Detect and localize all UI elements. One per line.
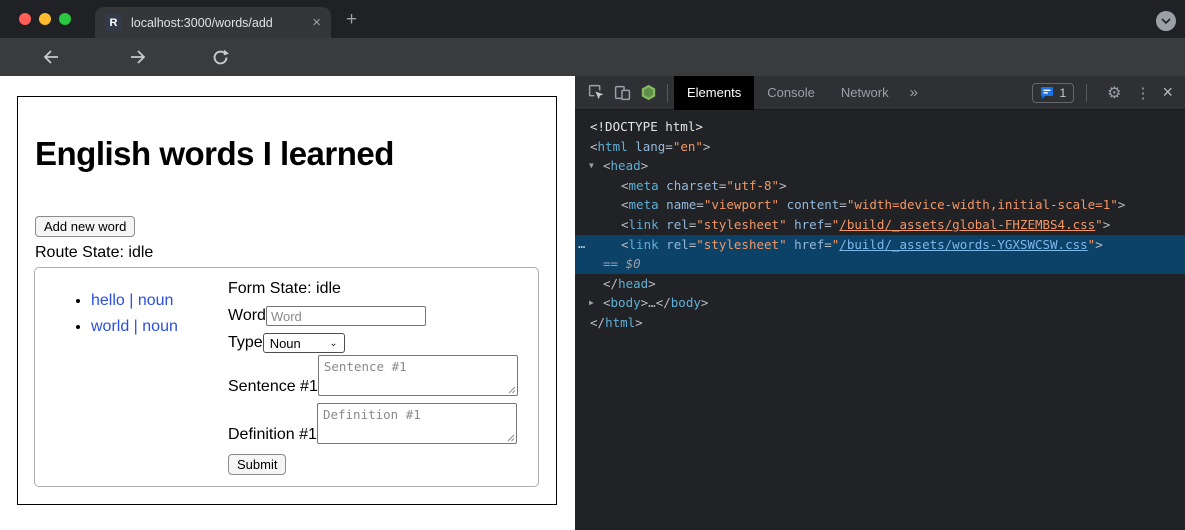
add-new-word-button[interactable]: Add new word xyxy=(35,216,135,237)
settings-gear-icon[interactable]: ⚙ xyxy=(1107,83,1121,103)
type-select-value: Noun xyxy=(270,336,301,351)
inspect-element-button[interactable] xyxy=(583,80,609,106)
chevron-down-icon: ⌄ xyxy=(329,338,337,349)
reload-icon xyxy=(212,49,229,66)
code-line[interactable]: <!DOCTYPE html> xyxy=(575,117,1185,137)
more-tabs-button[interactable]: » xyxy=(902,76,926,110)
code-line[interactable]: </html> xyxy=(575,313,1185,333)
forward-button[interactable] xyxy=(129,49,147,65)
toolbar-divider xyxy=(667,84,668,102)
words-column: hello | noun world | noun xyxy=(35,268,228,486)
word-label: Word xyxy=(228,307,266,325)
code-line[interactable]: ▶<body>…</body> xyxy=(575,293,1185,313)
sentence-label: Sentence #1 xyxy=(228,378,318,396)
device-toolbar-button[interactable] xyxy=(609,80,635,106)
code-line[interactable]: </head> xyxy=(575,274,1185,294)
fullscreen-window-button[interactable] xyxy=(59,13,71,25)
browser-toolbar: localhost:3000/words/add ☆ Incognito ⋮ xyxy=(0,38,1185,76)
inspect-cursor-icon xyxy=(588,84,605,101)
code-line[interactable]: …<link rel="stylesheet" href="/build/_as… xyxy=(575,235,1185,255)
devtools-panel: ElementsConsoleNetwork » 1 ⚙ ⋮ × <!DOCTY… xyxy=(575,76,1185,530)
tab-strip: R localhost:3000/words/add × + xyxy=(0,0,1185,38)
issues-badge[interactable]: 1 xyxy=(1032,83,1074,103)
words-list: hello | noun world | noun xyxy=(35,292,228,336)
code-line[interactable]: == $0 xyxy=(575,254,1185,274)
chevron-down-icon xyxy=(1161,18,1171,24)
submit-button[interactable]: Submit xyxy=(228,454,286,475)
devtools-tab-network[interactable]: Network xyxy=(828,76,902,110)
page-viewport: English words I learned Add new word Rou… xyxy=(0,76,575,530)
close-window-button[interactable] xyxy=(19,13,31,25)
remix-favicon-icon: R xyxy=(105,14,122,31)
nodejs-icon[interactable] xyxy=(635,80,661,106)
word-list-item: hello | noun xyxy=(91,292,228,310)
app-frame: English words I learned Add new word Rou… xyxy=(17,96,557,505)
resize-grip-icon[interactable] xyxy=(508,386,516,394)
code-line[interactable]: <meta name="viewport" content="width=dev… xyxy=(575,195,1185,215)
tab-close-icon[interactable]: × xyxy=(312,15,321,30)
devtools-toolbar: ElementsConsoleNetwork » 1 ⚙ ⋮ × xyxy=(575,76,1185,110)
word-input[interactable] xyxy=(266,306,426,326)
form-state-text: Form State: idle xyxy=(228,280,341,298)
word-link[interactable]: world | noun xyxy=(91,318,178,335)
type-label: Type xyxy=(228,334,263,352)
expand-arrow-icon[interactable]: ▼ xyxy=(589,156,594,176)
browser-window: R localhost:3000/words/add × + localhost… xyxy=(0,0,1185,530)
overflow-ellipsis: … xyxy=(578,235,584,255)
code-line[interactable]: <link rel="stylesheet" href="/build/_ass… xyxy=(575,215,1185,235)
code-line[interactable]: <html lang="en"> xyxy=(575,137,1185,157)
sentence-textarea[interactable] xyxy=(318,355,518,396)
type-select[interactable]: Noun ⌄ xyxy=(263,333,345,353)
issues-message-icon xyxy=(1040,86,1054,100)
device-icon xyxy=(614,84,631,101)
page-title: English words I learned xyxy=(35,135,394,173)
route-state-text: Route State: idle xyxy=(35,244,153,262)
add-word-form: Form State: idle Word Type Noun ⌄ Senten… xyxy=(228,268,538,486)
tab-search-button[interactable] xyxy=(1156,11,1176,31)
devtools-close-button[interactable]: × xyxy=(1162,82,1173,103)
node-hexagon-icon xyxy=(640,84,657,101)
toolbar-divider xyxy=(1086,84,1087,102)
resize-grip-icon[interactable] xyxy=(507,434,515,442)
word-link[interactable]: hello | noun xyxy=(91,292,173,309)
collapse-arrow-icon[interactable]: ▶ xyxy=(589,293,594,313)
forward-arrow-icon xyxy=(129,49,147,65)
window-controls xyxy=(19,13,71,25)
devtools-tabs: ElementsConsoleNetwork xyxy=(674,76,902,110)
devtools-tab-console[interactable]: Console xyxy=(754,76,828,110)
browser-tab[interactable]: R localhost:3000/words/add × xyxy=(95,7,331,38)
new-tab-button[interactable]: + xyxy=(346,10,357,29)
issues-count: 1 xyxy=(1059,86,1066,100)
words-panel: hello | noun world | noun Form State: idl… xyxy=(34,267,539,487)
devtools-code: <!DOCTYPE html><html lang="en">▼<head><m… xyxy=(575,110,1185,333)
back-button[interactable] xyxy=(42,49,60,65)
reload-button[interactable] xyxy=(212,49,229,66)
code-line[interactable]: ▼<head> xyxy=(575,156,1185,176)
minimize-window-button[interactable] xyxy=(39,13,51,25)
word-list-item: world | noun xyxy=(91,318,228,336)
definition-label: Definition #1 xyxy=(228,426,317,444)
tab-title: localhost:3000/words/add xyxy=(131,16,304,30)
devtools-tab-elements[interactable]: Elements xyxy=(674,76,754,110)
code-line[interactable]: <meta charset="utf-8"> xyxy=(575,176,1185,196)
back-arrow-icon xyxy=(42,49,60,65)
devtools-menu-button[interactable]: ⋮ xyxy=(1135,84,1150,102)
definition-textarea[interactable] xyxy=(317,403,517,444)
